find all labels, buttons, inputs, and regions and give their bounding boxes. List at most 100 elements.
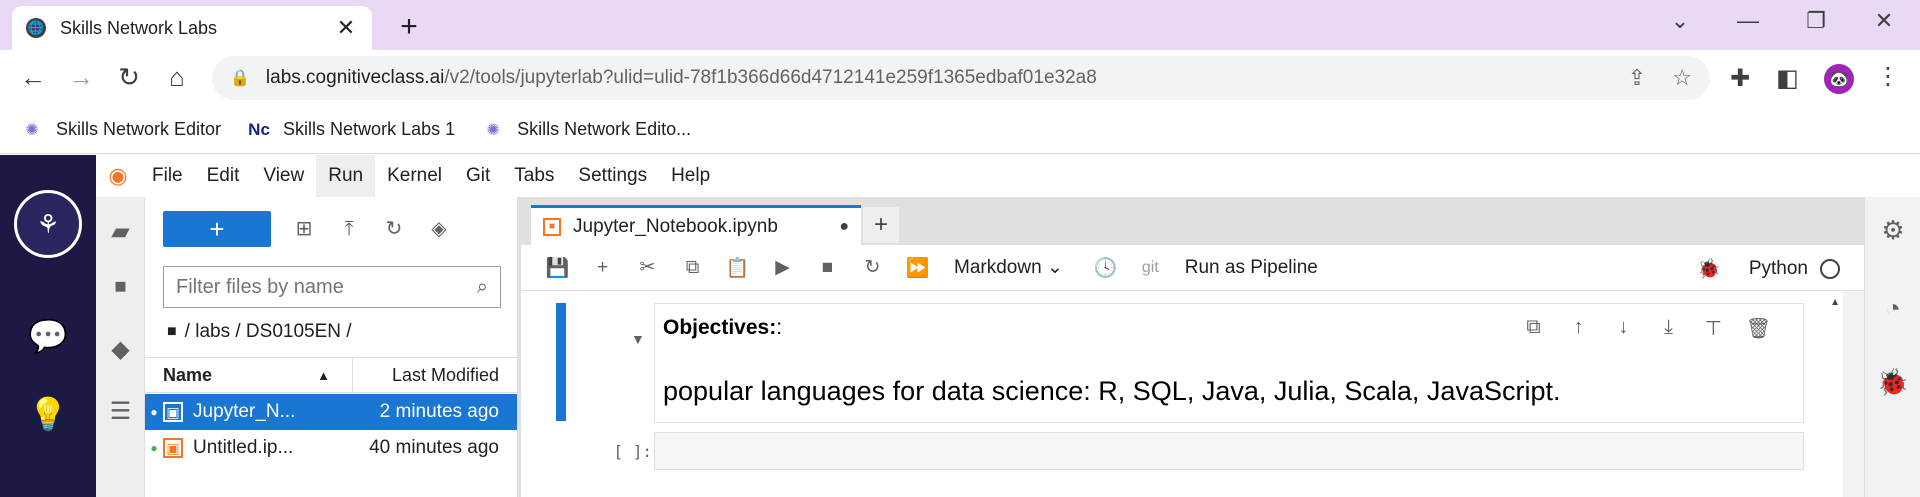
running-sessions-icon[interactable]: ⏹ xyxy=(96,273,145,301)
cut-icon[interactable]: ✂ xyxy=(625,256,670,279)
move-down-icon[interactable]: ↓ xyxy=(1601,316,1646,341)
column-header-modified[interactable]: Last Modified xyxy=(353,358,517,392)
markdown-cell-content[interactable]: Objectives:: ⧉ ↑ ↓ ⤓ ⊤ 🗑 popular languag… xyxy=(654,303,1804,423)
folder-icon[interactable]: ▰ xyxy=(96,217,145,246)
lock-icon[interactable]: 🔒 xyxy=(230,68,250,88)
breadcrumb-path[interactable]: / labs / DS0105EN / xyxy=(185,321,352,343)
bookmark-item[interactable]: ✺ Skills Network Editor xyxy=(20,118,221,142)
browser-tab[interactable]: 🌐 Skills Network Labs ✕ xyxy=(12,6,372,50)
share-icon[interactable]: ⇪ xyxy=(1628,65,1646,91)
duplicate-cell-icon[interactable]: ⧉ xyxy=(1511,316,1556,341)
close-window-button[interactable]: ✕ xyxy=(1864,8,1904,34)
paste-icon[interactable]: 📋 xyxy=(715,256,760,280)
file-browser-panel: + ⊞ ⤒ ↻ ◈ ⌕ ■ / labs / DS0105EN / Name ▲… xyxy=(145,197,521,497)
property-inspector-gears-icon[interactable]: ⚙ xyxy=(1865,215,1920,246)
menu-view[interactable]: View xyxy=(251,155,316,197)
menu-help[interactable]: Help xyxy=(659,155,722,197)
reload-button[interactable]: ↻ xyxy=(112,62,146,93)
column-header-name[interactable]: Name ▲ xyxy=(145,358,353,392)
debugger-bug-icon[interactable]: 🐞 xyxy=(1697,257,1721,281)
cell-collapser[interactable] xyxy=(556,303,566,421)
new-launcher-button[interactable]: + xyxy=(163,211,271,247)
markdown-cell[interactable]: ▼ Objectives:: ⧉ ↑ ↓ ⤓ ⊤ 🗑 popular langu… xyxy=(556,303,1829,423)
notebook-main-area: ■ Jupyter_Notebook.ipynb ● + 💾 + ✂ ⧉ 📋 ▶… xyxy=(521,197,1864,497)
debugger-bug-icon[interactable]: 🐞 xyxy=(1865,367,1920,398)
close-tab-icon[interactable]: ✕ xyxy=(334,15,358,41)
file-filter-field[interactable]: ⌕ xyxy=(163,266,501,308)
menu-file[interactable]: File xyxy=(140,155,195,197)
save-icon[interactable]: 💾 xyxy=(535,256,580,280)
extensions-puzzle-icon[interactable]: ✚ xyxy=(1730,64,1750,93)
menu-run[interactable]: Run xyxy=(316,155,376,197)
skills-network-tree-logo: ⚘ xyxy=(14,190,82,258)
copy-icon[interactable]: ⧉ xyxy=(670,257,715,279)
code-cell[interactable]: [ ]: xyxy=(556,432,1829,472)
bookmark-item[interactable]: Nc Skills Network Labs 1 xyxy=(247,118,455,142)
notebook-scrollbar[interactable] xyxy=(1843,291,1864,497)
chat-icon[interactable]: 💬 xyxy=(0,317,96,355)
insert-cell-icon[interactable]: + xyxy=(580,257,625,279)
restart-icon[interactable]: ↻ xyxy=(850,256,895,279)
url-path: /v2/tools/jupyterlab?ulid=ulid-78f1b366d… xyxy=(444,67,1097,88)
cell-type-value: Markdown xyxy=(954,257,1042,278)
notebook-file-icon: ▣ xyxy=(163,402,183,422)
move-up-icon[interactable]: ↑ xyxy=(1556,316,1601,341)
cell-type-select[interactable]: Markdown ⌄ xyxy=(954,256,1063,279)
tab-search-chevron-icon[interactable]: ⌄ xyxy=(1660,8,1700,34)
menu-tabs[interactable]: Tabs xyxy=(502,155,566,197)
resource-usage-gauge-icon[interactable]: ◔ xyxy=(1865,293,1920,324)
add-tab-button[interactable]: + xyxy=(863,207,899,243)
file-filter-input[interactable] xyxy=(176,275,477,299)
clock-icon[interactable]: 🕓 xyxy=(1083,256,1128,280)
delete-cell-icon[interactable]: 🗑 xyxy=(1736,316,1781,341)
refresh-icon[interactable]: ↻ xyxy=(376,211,412,247)
home-button[interactable]: ⌂ xyxy=(160,62,194,93)
restore-button[interactable]: ❐ xyxy=(1796,8,1836,34)
code-editor[interactable] xyxy=(654,432,1804,470)
notebook-tab[interactable]: ■ Jupyter_Notebook.ipynb ● xyxy=(531,205,861,245)
file-row[interactable]: ● ▣ Jupyter_N... 2 minutes ago xyxy=(145,394,517,430)
new-folder-icon[interactable]: ⊞ xyxy=(286,211,322,247)
running-indicator-icon: ● xyxy=(150,441,158,455)
side-panel-icon[interactable]: ◧ xyxy=(1776,64,1799,93)
fast-forward-icon[interactable]: ⏩ xyxy=(895,256,940,280)
menu-settings[interactable]: Settings xyxy=(566,155,659,197)
forward-button[interactable]: → xyxy=(64,62,98,93)
browser-menu-icon[interactable]: ⋮ xyxy=(1876,62,1900,91)
bookmarks-bar: ✺ Skills Network Editor Nc Skills Networ… xyxy=(0,106,1920,154)
insert-below-icon[interactable]: ⊤ xyxy=(1691,316,1736,341)
scroll-up-arrow-icon[interactable]: ▲ xyxy=(1830,297,1840,308)
bookmark-star-icon[interactable]: ☆ xyxy=(1672,65,1692,91)
table-of-contents-icon[interactable]: ☰ xyxy=(96,397,145,426)
bookmark-label: Skills Network Edito... xyxy=(517,119,692,139)
menu-edit[interactable]: Edit xyxy=(195,155,252,197)
new-tab-button[interactable]: + xyxy=(392,10,426,44)
stop-icon[interactable]: ■ xyxy=(805,257,850,279)
run-as-pipeline-button[interactable]: Run as Pipeline xyxy=(1185,257,1318,279)
profile-avatar[interactable]: 🐼 xyxy=(1824,64,1854,94)
git-icon[interactable]: ◆ xyxy=(96,335,145,364)
file-list-header: Name ▲ Last Modified xyxy=(145,357,517,393)
minimize-button[interactable]: — xyxy=(1728,8,1768,34)
url-text[interactable]: labs.cognitiveclass.ai/v2/tools/jupyterl… xyxy=(266,67,1602,89)
upload-icon[interactable]: ⤒ xyxy=(331,211,367,247)
file-modified: 2 minutes ago xyxy=(379,401,499,422)
lightbulb-icon[interactable]: 💡 xyxy=(0,395,96,433)
insert-above-icon[interactable]: ⤓ xyxy=(1646,316,1691,341)
kernel-status[interactable]: 🐞 Python xyxy=(1697,257,1840,281)
menu-kernel[interactable]: Kernel xyxy=(375,155,454,197)
running-indicator-icon: ● xyxy=(150,405,158,419)
folder-icon[interactable]: ■ xyxy=(167,323,177,341)
address-bar[interactable]: 🔒 labs.cognitiveclass.ai/v2/tools/jupyte… xyxy=(212,56,1710,100)
file-row[interactable]: ● ▣ Untitled.ip... 40 minutes ago xyxy=(145,430,517,466)
unsaved-dot-icon[interactable]: ● xyxy=(839,218,849,236)
back-button[interactable]: ← xyxy=(16,62,50,93)
menu-git[interactable]: Git xyxy=(454,155,502,197)
run-icon[interactable]: ▶ xyxy=(760,256,805,279)
markdown-body: popular languages for data science: R, S… xyxy=(663,376,1561,406)
collapse-heading-icon[interactable]: ▼ xyxy=(631,331,645,347)
bookmark-item[interactable]: ✺ Skills Network Edito... xyxy=(481,118,691,142)
git-label[interactable]: git xyxy=(1142,259,1159,277)
git-clone-icon[interactable]: ◈ xyxy=(421,211,457,247)
globe-icon: 🌐 xyxy=(26,18,46,38)
